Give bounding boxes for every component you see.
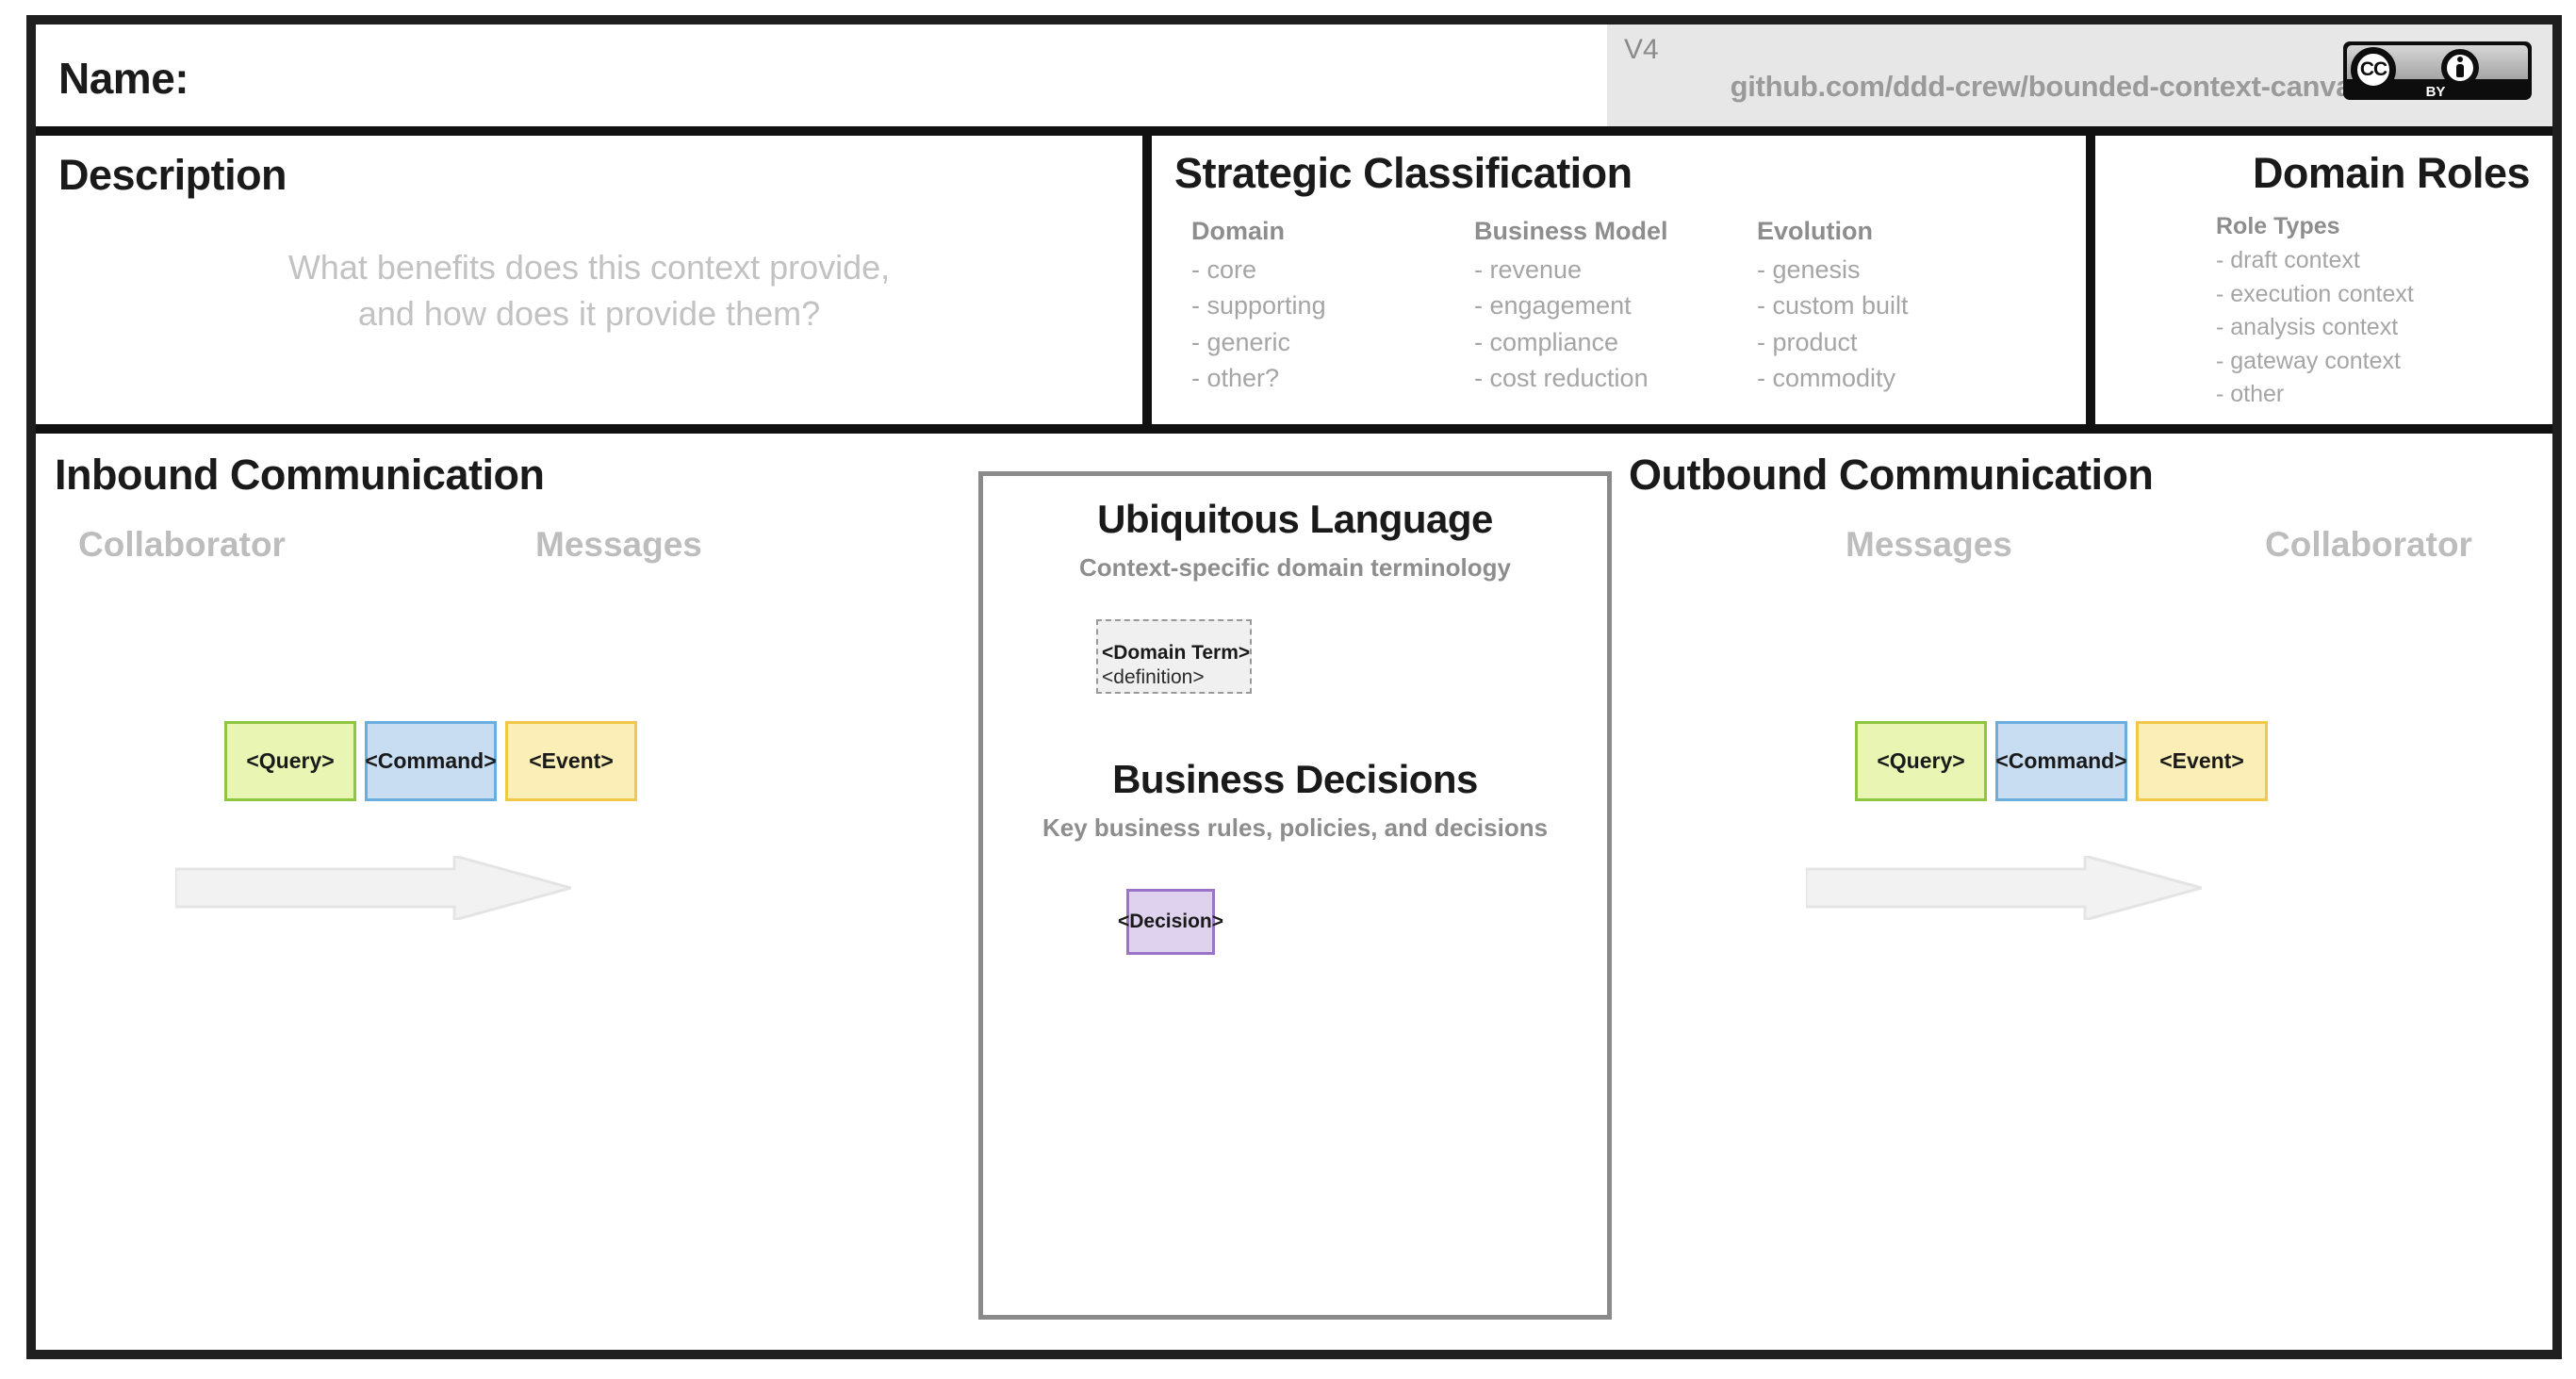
divider-under-name <box>36 126 1607 136</box>
divider-under-midrow <box>36 424 2552 434</box>
divider-classification-roles <box>2086 136 2095 424</box>
classification-option[interactable]: - compliance <box>1474 324 1757 360</box>
domain-term-name: <Domain Term> <box>1102 642 1251 664</box>
strategic-classification-title: Strategic Classification <box>1174 149 1633 197</box>
role-option[interactable]: - analysis context <box>2216 311 2414 345</box>
ubiquitous-language-subtitle: Context-specific domain terminology <box>1079 553 1511 582</box>
description-panel[interactable]: Description What benefits does this cont… <box>36 136 1142 424</box>
cc-glyph: CC <box>2359 58 2387 80</box>
message-card-command[interactable]: <Command> <box>1995 721 2127 801</box>
version-label: V4 <box>1624 34 1659 65</box>
frame-border-right <box>2552 15 2562 1359</box>
classification-option[interactable]: - cost reduction <box>1474 360 1757 396</box>
bounded-context-canvas: Name: V4 github.com/ddd-crew/bounded-con… <box>0 0 2576 1379</box>
person-glyph <box>2453 57 2468 79</box>
role-types-header: Role Types <box>2216 213 2340 239</box>
inbound-message-cards: <Query> <Command> <Event> <box>224 721 637 801</box>
outbound-message-cards: <Query> <Command> <Event> <box>1855 721 2268 801</box>
frame-border-left <box>26 15 36 1359</box>
column-header: Domain <box>1191 217 1286 245</box>
classification-option[interactable]: - core <box>1191 252 1474 287</box>
message-card-event[interactable]: <Event> <box>2136 721 2268 801</box>
message-card-event[interactable]: <Event> <box>505 721 637 801</box>
classification-option[interactable]: - supporting <box>1191 287 1474 323</box>
license-banner: V4 github.com/ddd-crew/bounded-context-c… <box>1607 25 2552 126</box>
role-option[interactable]: - other <box>2216 378 2414 412</box>
person-head <box>2457 57 2463 62</box>
repository-url[interactable]: github.com/ddd-crew/bounded-context-canv… <box>1731 70 2369 104</box>
classification-option[interactable]: - genesis <box>1757 252 2040 287</box>
inbound-collaborator-label: Collaborator <box>78 525 286 564</box>
message-card-query[interactable]: <Query> <box>1855 721 1987 801</box>
classification-option[interactable]: - engagement <box>1474 287 1757 323</box>
description-placeholder-line2: and how does it provide them? <box>357 293 821 333</box>
description-placeholder-line1: What benefits does this context provide, <box>287 248 891 287</box>
inbound-messages-label: Messages <box>535 525 702 564</box>
outbound-flow-arrow-icon <box>1806 856 2202 920</box>
classification-option[interactable]: - product <box>1757 324 2040 360</box>
name-label: Name: <box>58 54 189 103</box>
divider-under-license <box>1607 126 2552 136</box>
divider-description-classification <box>1142 136 1152 424</box>
column-header: Business Model <box>1474 217 1668 245</box>
domain-term-card[interactable]: <Domain Term> <definition> <box>1096 619 1252 694</box>
ubiquitous-language-title: Ubiquitous Language <box>1097 497 1493 541</box>
classification-option[interactable]: - custom built <box>1757 287 2040 323</box>
classification-columns: Domain - core - supporting - generic - o… <box>1191 217 2040 396</box>
outbound-messages-label: Messages <box>1846 525 2012 564</box>
domain-term-definition: <definition> <box>1102 666 1205 688</box>
inbound-communication-title: Inbound Communication <box>55 451 545 499</box>
classification-option[interactable]: - other? <box>1191 360 1474 396</box>
message-card-command[interactable]: <Command> <box>365 721 497 801</box>
center-panel: Ubiquitous Language Context-specific dom… <box>978 471 1612 1320</box>
classification-option[interactable]: - commodity <box>1757 360 2040 396</box>
frame-border-bottom <box>26 1350 2562 1359</box>
classification-column-evolution: Evolution - genesis - custom built - pro… <box>1757 217 2040 396</box>
role-option[interactable]: - execution context <box>2216 278 2414 312</box>
classification-option[interactable]: - revenue <box>1474 252 1757 287</box>
column-header: Evolution <box>1757 217 1873 245</box>
classification-column-business-model: Business Model - revenue - engagement - … <box>1474 217 1757 396</box>
classification-column-domain: Domain - core - supporting - generic - o… <box>1191 217 1474 396</box>
business-decisions-subtitle: Key business rules, policies, and decisi… <box>1042 813 1549 842</box>
inbound-flow-arrow-icon <box>175 856 571 920</box>
role-option[interactable]: - gateway context <box>2216 345 2414 379</box>
person-body <box>2456 64 2464 77</box>
strategic-classification-panel[interactable]: Strategic Classification Domain - core -… <box>1152 136 2086 424</box>
frame-border-top <box>26 15 2562 25</box>
decision-card[interactable]: <Decision> <box>1118 889 1223 955</box>
role-types-list: Role Types - draft context - execution c… <box>2216 213 2414 412</box>
name-field[interactable]: Name: <box>36 25 1607 126</box>
description-placeholder: What benefits does this context provide,… <box>36 245 1142 337</box>
description-title: Description <box>58 151 287 199</box>
role-option[interactable]: - draft context <box>2216 244 2414 278</box>
attribution-person-icon <box>2441 49 2479 87</box>
outbound-communication-title: Outbound Communication <box>1629 451 2154 499</box>
outbound-collaborator-label: Collaborator <box>2265 525 2472 564</box>
cc-by-license-icon[interactable]: CC BY <box>2343 41 2532 100</box>
business-decisions-title: Business Decisions <box>1112 757 1478 801</box>
domain-roles-title: Domain Roles <box>2252 149 2531 197</box>
message-card-query[interactable]: <Query> <box>224 721 356 801</box>
classification-option[interactable]: - generic <box>1191 324 1474 360</box>
by-label: BY <box>2425 84 2446 100</box>
domain-roles-panel[interactable]: Domain Roles Role Types - draft context … <box>2095 136 2552 424</box>
